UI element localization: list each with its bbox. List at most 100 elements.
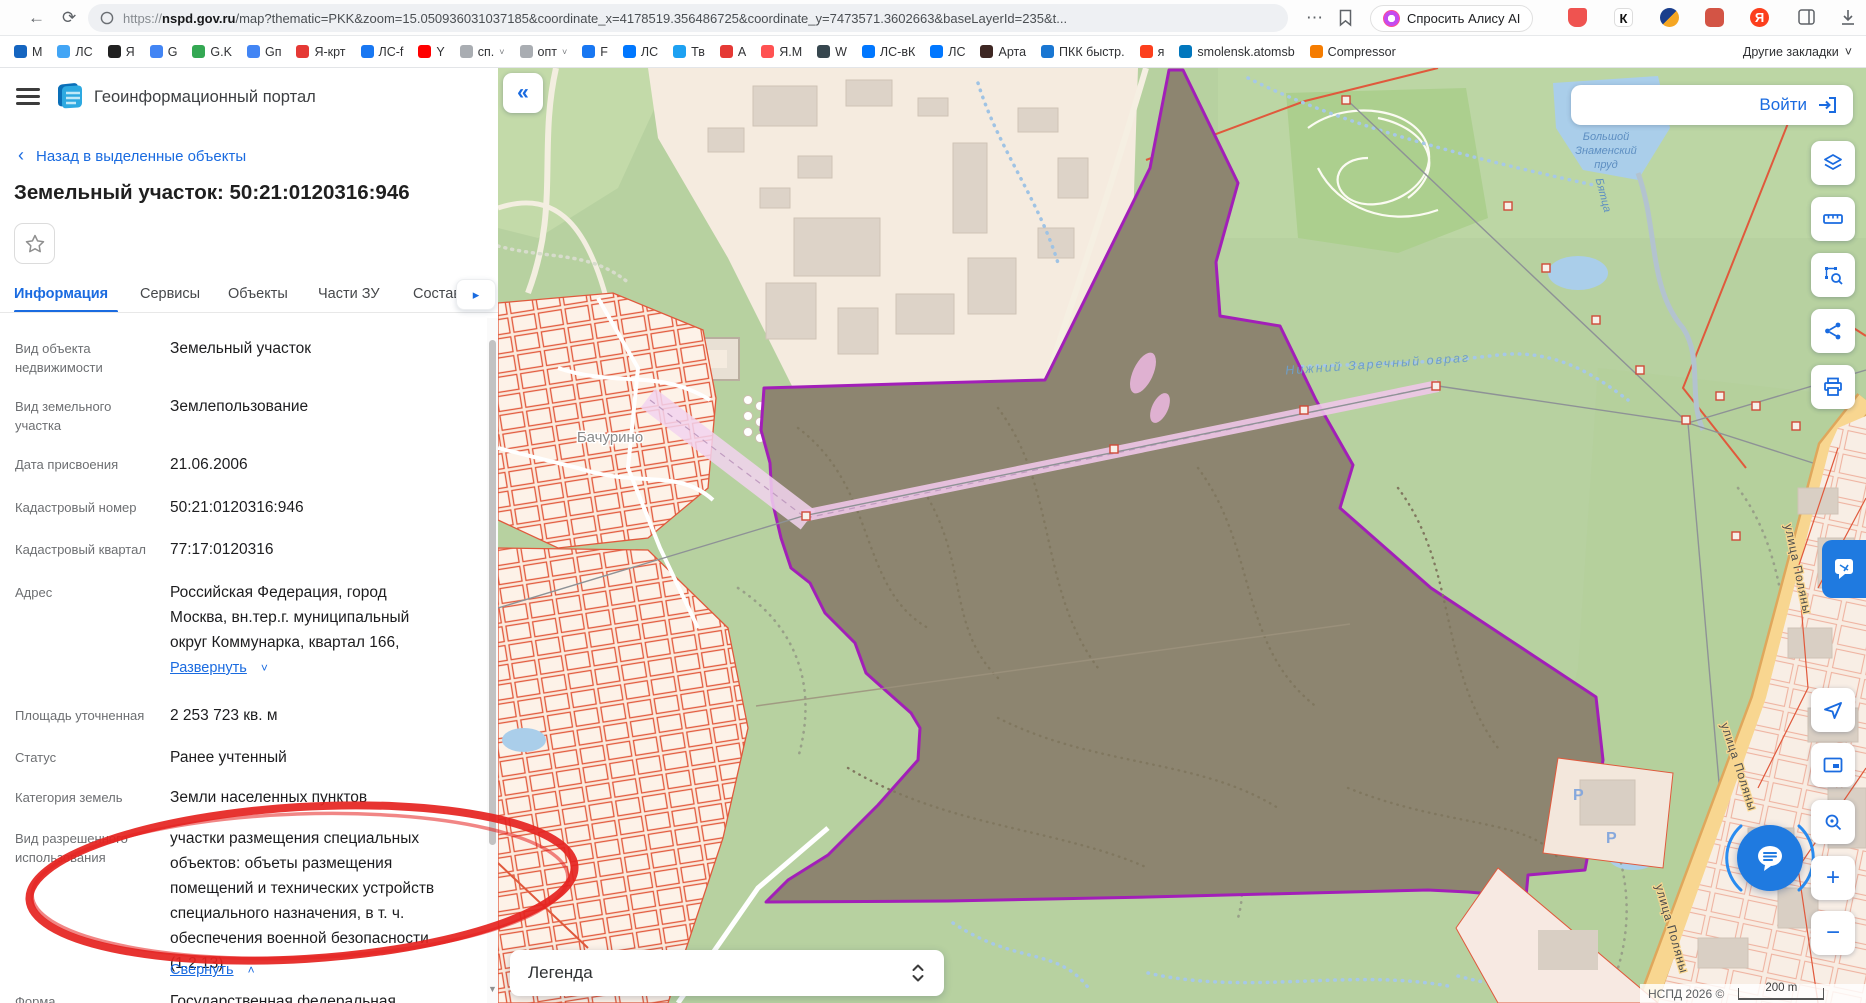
scale-bar: 200 m <box>1738 988 1824 1000</box>
bookmark-item[interactable]: Я-крт <box>296 45 345 59</box>
row-label: Вид земельного участка <box>15 397 147 435</box>
bookmark-favicon <box>1041 45 1054 58</box>
chat-button[interactable] <box>1737 825 1803 891</box>
share-icon <box>1822 320 1844 342</box>
parking-label: P <box>1573 787 1584 804</box>
share-button[interactable] <box>1811 309 1855 353</box>
favorite-button[interactable] <box>14 223 55 264</box>
expand-link[interactable]: Развернуть˅ <box>170 660 268 676</box>
extension-yandex-icon[interactable]: Я <box>1750 8 1769 27</box>
more-icon[interactable]: ⋯ <box>1306 0 1323 36</box>
navigate-icon <box>1822 699 1844 721</box>
bookmark-item[interactable]: Y <box>418 45 444 59</box>
extension-shield-icon[interactable] <box>1568 8 1587 27</box>
bookmark-item[interactable]: ПКК быстр. <box>1041 45 1125 59</box>
scrollbar-down-arrow[interactable]: ▼ <box>488 984 498 994</box>
menu-icon[interactable] <box>16 88 40 106</box>
feedback-tab-button[interactable] <box>1822 540 1866 598</box>
mini-map-button[interactable] <box>1811 743 1855 787</box>
tab-information[interactable]: Информация <box>14 286 108 302</box>
bookmark-item[interactable]: ЛС-вК <box>862 45 915 59</box>
bookmark-favicon <box>418 45 431 58</box>
map-canvas[interactable]: Бачурино Большой Знаменский пруд Бятца <box>498 68 1866 1003</box>
map-attribution: НСПД 2026 © 200 m <box>1640 984 1866 1003</box>
folder-caret-icon: ˅ <box>499 47 504 57</box>
row-value: 50:21:0120316:946 <box>170 495 448 520</box>
tabs-scroll-arrow-button[interactable]: ▸ <box>456 279 496 310</box>
bookmark-item[interactable]: сп. ˅ <box>460 45 505 59</box>
minus-icon: − <box>1826 919 1840 947</box>
extension-circle-icon[interactable] <box>1660 8 1679 27</box>
tab-composition[interactable]: Состав <box>413 286 461 302</box>
bookmark-item[interactable]: W <box>817 45 847 59</box>
bookmark-item[interactable]: M <box>14 45 42 59</box>
row-label: Адрес <box>15 583 147 602</box>
bookmark-favicon <box>582 45 595 58</box>
login-icon <box>1817 95 1839 115</box>
bookmark-favicon <box>57 45 70 58</box>
url-text[interactable]: https://nspd.gov.ru/map?thematic=PKK&zoo… <box>123 11 1067 26</box>
other-bookmarks-button[interactable]: Другие закладки˅ <box>1743 45 1852 59</box>
bookmark-item[interactable]: А <box>720 45 746 59</box>
panel-scrollbar-thumb[interactable] <box>489 340 496 845</box>
back-to-selected-link[interactable]: ‹Назад в выделенные объекты <box>18 145 246 166</box>
extension-pencil-icon[interactable] <box>1705 8 1724 27</box>
tab-objects[interactable]: Объекты <box>228 286 288 302</box>
bookmark-item[interactable]: Я.М <box>761 45 802 59</box>
legend-bar[interactable]: Легенда <box>510 950 944 996</box>
login-button[interactable]: Войти <box>1571 85 1853 125</box>
back-icon[interactable]: ← <box>28 0 45 36</box>
layers-button[interactable] <box>1811 141 1855 185</box>
bookmark-icon[interactable] <box>1338 9 1353 27</box>
pond-label: пруд <box>1594 159 1617 171</box>
my-location-button[interactable] <box>1811 688 1855 732</box>
row-label: Кадастровый номер <box>15 498 147 517</box>
site-info-icon[interactable] <box>100 11 114 25</box>
ask-alice-button[interactable]: Спросить Алису AI <box>1370 5 1533 32</box>
reload-icon[interactable]: ⟳ <box>62 0 76 36</box>
bookmark-item[interactable]: я <box>1140 45 1165 59</box>
bookmark-item[interactable]: ЛС <box>623 45 658 59</box>
bookmark-item[interactable]: G <box>150 45 178 59</box>
bookmark-item[interactable]: ЛС-f <box>361 45 404 59</box>
collapse-link[interactable]: Свернуть˄ <box>170 962 255 978</box>
town-label: Бачурино <box>577 429 643 446</box>
measure-area-icon <box>1822 264 1844 286</box>
search-on-map-button[interactable] <box>1811 800 1855 844</box>
print-icon <box>1822 376 1844 398</box>
pond-label: Большой <box>1583 131 1629 143</box>
row-value: 21.06.2006 <box>170 452 448 477</box>
address-bar[interactable]: https://nspd.gov.ru/map?thematic=PKK&zoo… <box>88 4 1288 32</box>
bookmark-favicon <box>623 45 636 58</box>
bookmark-item[interactable]: Арта <box>980 45 1026 59</box>
side-panel-icon[interactable] <box>1798 9 1816 26</box>
pond-label: Знаменский <box>1575 145 1637 157</box>
bookmark-item[interactable]: ЛС <box>930 45 965 59</box>
bookmark-item[interactable]: ЛС <box>57 45 92 59</box>
extension-kinopoisk-icon[interactable]: К <box>1614 8 1633 27</box>
tab-parts[interactable]: Части ЗУ <box>318 286 380 302</box>
bookmark-item[interactable]: F <box>582 45 608 59</box>
downloads-icon[interactable] <box>1840 9 1856 26</box>
bookmark-item[interactable]: Я <box>108 45 135 59</box>
zoom-out-button[interactable]: − <box>1811 911 1855 955</box>
print-button[interactable] <box>1811 365 1855 409</box>
row-value: Ранее учтенный <box>170 745 448 770</box>
ruler-button[interactable] <box>1811 197 1855 241</box>
bookmark-favicon <box>673 45 686 58</box>
bookmark-favicon <box>930 45 943 58</box>
bookmark-item[interactable]: опт ˅ <box>520 45 568 59</box>
bookmark-item[interactable]: Gп <box>247 45 282 59</box>
row-value: участки размещения специальных объектов:… <box>170 826 448 976</box>
search-location-icon <box>1822 811 1844 833</box>
bookmark-item[interactable]: Тв <box>673 45 705 59</box>
zoom-in-button[interactable]: + <box>1811 856 1855 900</box>
row-value: Земельный участок <box>170 336 448 361</box>
measure-area-button[interactable] <box>1811 253 1855 297</box>
collapse-panel-button[interactable]: « <box>503 73 543 113</box>
tab-services[interactable]: Сервисы <box>140 286 200 302</box>
bookmark-item[interactable]: smolensk.atomsb <box>1179 45 1294 59</box>
browser-toolbar: ← ⟳ https://nspd.gov.ru/map?thematic=PKK… <box>0 0 1866 36</box>
bookmark-item[interactable]: G.K <box>192 45 232 59</box>
bookmark-item[interactable]: Compressor <box>1310 45 1396 59</box>
